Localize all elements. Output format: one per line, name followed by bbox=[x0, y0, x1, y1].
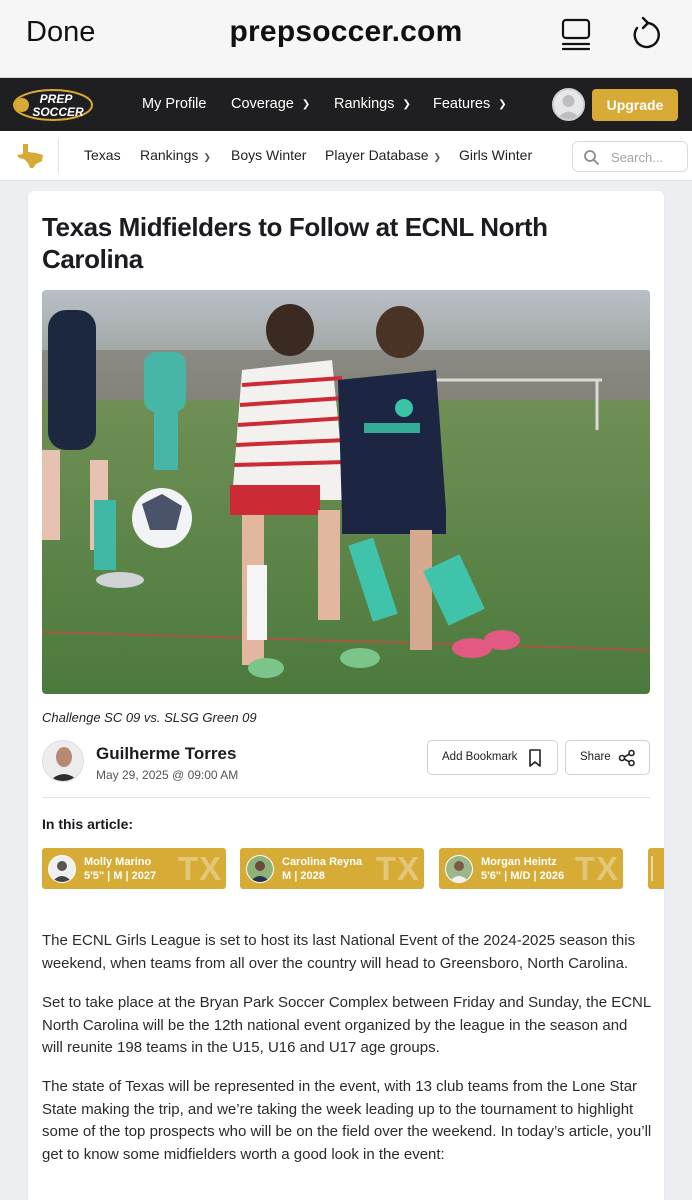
search-input[interactable] bbox=[611, 148, 683, 166]
article-paragraph: The state of Texas will be represented i… bbox=[42, 1078, 652, 1163]
subnav-label: Rankings bbox=[140, 147, 199, 163]
player-avatar bbox=[246, 855, 274, 883]
site-navigation: PREP SOCCER My Profile Coverage ❯ Ranking… bbox=[0, 78, 692, 131]
subnav-rankings[interactable]: Rankings ❯ bbox=[140, 147, 211, 163]
photo-caption: Challenge SC 09 vs. SLSG Green 09 bbox=[42, 710, 257, 725]
author-name[interactable]: Guilherme Torres bbox=[96, 744, 236, 764]
author-avatar[interactable] bbox=[42, 740, 84, 782]
add-bookmark-button[interactable]: Add Bookmark bbox=[427, 740, 558, 775]
article-paragraph: The ECNL Girls League is set to host its… bbox=[42, 932, 636, 972]
nav-rankings[interactable]: Rankings ❯ bbox=[334, 96, 411, 112]
chevron-down-icon: ❯ bbox=[498, 99, 507, 110]
article-paragraph: Set to take place at the Bryan Park Socc… bbox=[42, 994, 651, 1057]
divider bbox=[58, 139, 59, 173]
player-name: Morgan Heintz bbox=[481, 856, 557, 868]
chevron-down-icon: ❯ bbox=[402, 99, 411, 110]
divider bbox=[42, 797, 650, 798]
user-avatar-button[interactable] bbox=[552, 88, 585, 121]
share-icon bbox=[618, 749, 635, 767]
player-state: TX bbox=[177, 850, 222, 887]
player-photo bbox=[446, 856, 472, 882]
player-info: 5'5" | M | 2027 bbox=[84, 870, 157, 882]
player-info: M | 2028 bbox=[282, 870, 325, 882]
subnav-label: Player Database bbox=[325, 147, 429, 163]
article-card: Texas Midfielders to Follow at ECNL Nort… bbox=[28, 191, 664, 1200]
subnav-player-database[interactable]: Player Database ❯ bbox=[325, 147, 441, 163]
article-title: Texas Midfielders to Follow at ECNL Nort… bbox=[42, 212, 548, 274]
player-card-morgan-heintz[interactable]: Morgan Heintz 5'6" | M/D | 2026 TX bbox=[439, 848, 623, 889]
player-card-carolina-reyna[interactable]: Carolina Reyna M | 2028 TX bbox=[240, 848, 424, 889]
nav-label: Features bbox=[433, 96, 491, 112]
nav-label: Coverage bbox=[231, 96, 294, 112]
player-state: TX bbox=[375, 850, 420, 887]
chevron-down-icon: ❯ bbox=[301, 99, 311, 110]
prep-soccer-logo[interactable]: PREP SOCCER bbox=[12, 88, 94, 122]
player-card-molly-marino[interactable]: Molly Marino 5'5" | M | 2027 TX bbox=[42, 848, 226, 889]
player-info: 5'6" | M/D | 2026 bbox=[481, 870, 565, 882]
search-box[interactable] bbox=[572, 141, 688, 172]
nav-label: My Profile bbox=[142, 96, 207, 112]
player-name: Molly Marino bbox=[84, 856, 152, 868]
nav-my-profile[interactable]: My Profile bbox=[142, 96, 206, 112]
chevron-down-icon: ❯ bbox=[433, 152, 442, 162]
bookmark-icon bbox=[529, 749, 541, 767]
nav-coverage[interactable]: Coverage ❯ bbox=[231, 96, 310, 112]
reload-icon[interactable] bbox=[628, 16, 662, 52]
nav-label: Rankings bbox=[334, 96, 395, 112]
player-state: TX bbox=[574, 850, 619, 887]
author-photo bbox=[43, 741, 83, 781]
logo-text-bottom: SOCCER bbox=[32, 105, 84, 119]
share-button[interactable]: Share bbox=[565, 740, 650, 775]
player-card-next[interactable] bbox=[648, 848, 664, 889]
chevron-down-icon: ❯ bbox=[203, 152, 211, 162]
player-avatar bbox=[445, 855, 473, 883]
player-name: Carolina Reyna bbox=[282, 856, 363, 868]
player-photo bbox=[247, 856, 273, 882]
subnav-texas[interactable]: Texas bbox=[84, 147, 121, 163]
logo-text-top: PREP bbox=[40, 92, 74, 106]
publish-date: May 29, 2025 @ 09:00 AM bbox=[96, 768, 239, 782]
hero-photo bbox=[42, 290, 650, 694]
in-this-article-heading: In this article: bbox=[42, 816, 134, 832]
share-label: Share bbox=[580, 751, 611, 763]
reader-view-icon[interactable] bbox=[560, 17, 592, 51]
player-photo bbox=[52, 861, 72, 882]
search-icon bbox=[584, 150, 599, 165]
browser-toolbar: Done prepsoccer.com bbox=[0, 0, 692, 78]
player-avatar bbox=[48, 855, 76, 883]
subnav-boys-winter[interactable]: Boys Winter bbox=[231, 147, 306, 163]
user-icon bbox=[557, 95, 580, 119]
nav-features[interactable]: Features ❯ bbox=[433, 96, 507, 112]
upgrade-button[interactable]: Upgrade bbox=[592, 89, 678, 121]
bookmark-label: Add Bookmark bbox=[442, 751, 518, 763]
texas-state-icon[interactable] bbox=[16, 143, 44, 169]
subnav-girls-winter[interactable]: Girls Winter bbox=[459, 147, 532, 163]
sub-navigation: Texas Rankings ❯ Boys Winter Player Datab… bbox=[0, 131, 692, 181]
